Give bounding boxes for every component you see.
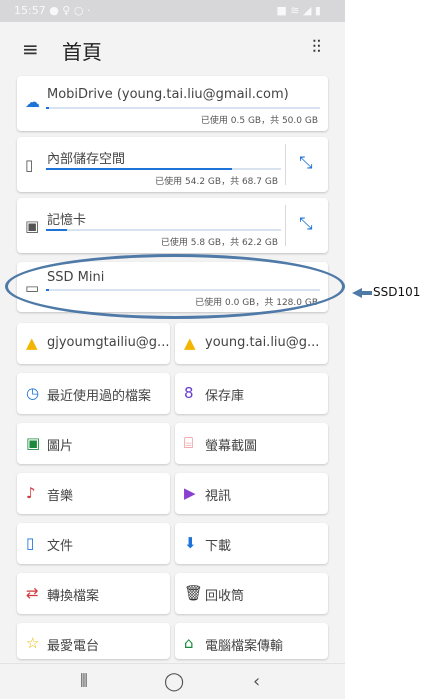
tile-documents[interactable]: ▯ 文件 [17,523,170,564]
image-icon: ▣ [26,434,41,452]
star-icon: ☆ [26,634,40,652]
tile-label: 電腦檔案傳輸 [205,639,284,654]
tile-label: 下載 [205,539,232,554]
screenshot-icon: ⌸ [184,434,194,452]
tile-label: 音樂 [47,489,74,504]
storage-card-sdcard[interactable]: ▣ 記憶卡 已使用 5.8 GB，共 62.2 GB ⤡ [17,198,328,253]
tile-favorite-radio[interactable]: ☆ 最愛電台 [17,623,170,659]
tile-label: 保存庫 [205,389,245,404]
tile-label: 螢幕截圖 [205,439,258,454]
clean-storage-icon[interactable]: ⤡ [299,153,313,173]
clock-icon: ◷ [26,384,40,402]
annotation-ellipse [5,254,345,319]
home-icon[interactable]: ◯ [164,671,184,692]
storage-name: MobiDrive (young.tai.liu@gmail.com) [47,87,289,102]
tile-recycle-bin[interactable]: 🗑 回收筒 [175,573,328,614]
clean-storage-icon[interactable]: ⤡ [299,214,313,234]
status-time: 15:57 ● ♀ ○ · [14,4,91,17]
storage-usage-text: 已使用 54.2 GB，共 68.7 GB [155,177,278,187]
storage-name: 記憶卡 [47,213,87,228]
tile-vault[interactable]: 8 保存庫 [175,373,328,414]
tile-label: gjyoumgtailiu@g... [47,335,170,350]
tile-google-drive-1[interactable]: ▲ gjyoumgtailiu@g... [17,323,170,364]
download-icon: ⬇ [184,534,197,552]
recent-apps-icon[interactable]: ⦀ [80,671,88,692]
google-drive-icon: ▲ [184,334,196,352]
tile-music[interactable]: ♪ 音樂 [17,473,170,514]
tile-recent-files[interactable]: ◷ 最近使用過的檔案 [17,373,170,414]
phone-icon: ▯ [25,156,34,174]
annotation-label: SSD101 [373,285,421,299]
tile-screenshots[interactable]: ⌸ 螢幕截圖 [175,423,328,464]
tile-label: 最近使用過的檔案 [47,389,152,404]
back-icon[interactable]: ‹ [253,671,260,692]
storage-usage-bar [46,229,281,231]
divider [285,205,286,246]
page-title: 首頁 [62,40,102,64]
tile-label: 回收筒 [205,589,245,604]
video-icon: ▶ [184,484,196,502]
tile-convert-files[interactable]: ⇄ 轉換檔案 [17,573,170,614]
tile-label: 圖片 [47,439,74,454]
tile-label: 文件 [47,539,74,554]
storage-usage-bar [46,168,281,170]
tile-pc-transfer[interactable]: ⌂ 電腦檔案傳輸 [175,623,328,659]
tile-label: 轉換檔案 [47,589,100,604]
trash-icon: 🗑 [184,584,204,602]
status-bar: 15:57 ● ♀ ○ · ■ ≋ ◢ ▮ [0,0,345,22]
menu-icon[interactable]: ≡ [22,37,39,61]
music-icon: ♪ [26,484,36,502]
app-bar: ≡ 首頁 ⫶⫶ [0,22,345,74]
google-drive-icon: ▲ [26,334,38,352]
storage-card-internal[interactable]: ▯ 內部儲存空間 已使用 54.2 GB，共 68.7 GB ⤡ [17,137,328,192]
cloud-drive-icon: ☁ [25,93,40,111]
vault-icon: 8 [184,384,194,402]
storage-card-mobidrive[interactable]: ☁ MobiDrive (young.tai.liu@gmail.com) 已使… [17,76,328,131]
tile-label: 最愛電台 [47,639,100,654]
phone-screen: 15:57 ● ♀ ○ · ■ ≋ ◢ ▮ ≡ 首頁 ⫶⫶ ☁ MobiDriv… [0,0,345,699]
storage-usage-bar [46,107,320,109]
filter-icon[interactable]: ⫶⫶ [312,37,321,58]
status-icons: ■ ≋ ◢ ▮ [276,4,321,17]
pc-transfer-icon: ⌂ [184,634,194,652]
storage-usage-text: 已使用 5.8 GB，共 62.2 GB [160,238,278,248]
tile-label: 視訊 [205,489,232,504]
tile-video[interactable]: ▶ 視訊 [175,473,328,514]
storage-name: 內部儲存空間 [47,152,126,167]
tile-label: young.tai.liu@g... [205,335,320,350]
storage-usage-text: 已使用 0.5 GB，共 50.0 GB [200,116,318,126]
tile-images[interactable]: ▣ 圖片 [17,423,170,464]
annotation-arrow [352,288,372,298]
tile-downloads[interactable]: ⬇ 下載 [175,523,328,564]
divider [285,144,286,185]
tile-google-drive-2[interactable]: ▲ young.tai.liu@g... [175,323,328,364]
document-icon: ▯ [26,534,35,552]
system-nav-bar: ⦀ ◯ ‹ [0,663,345,699]
convert-icon: ⇄ [26,584,39,602]
sd-card-icon: ▣ [25,217,40,235]
